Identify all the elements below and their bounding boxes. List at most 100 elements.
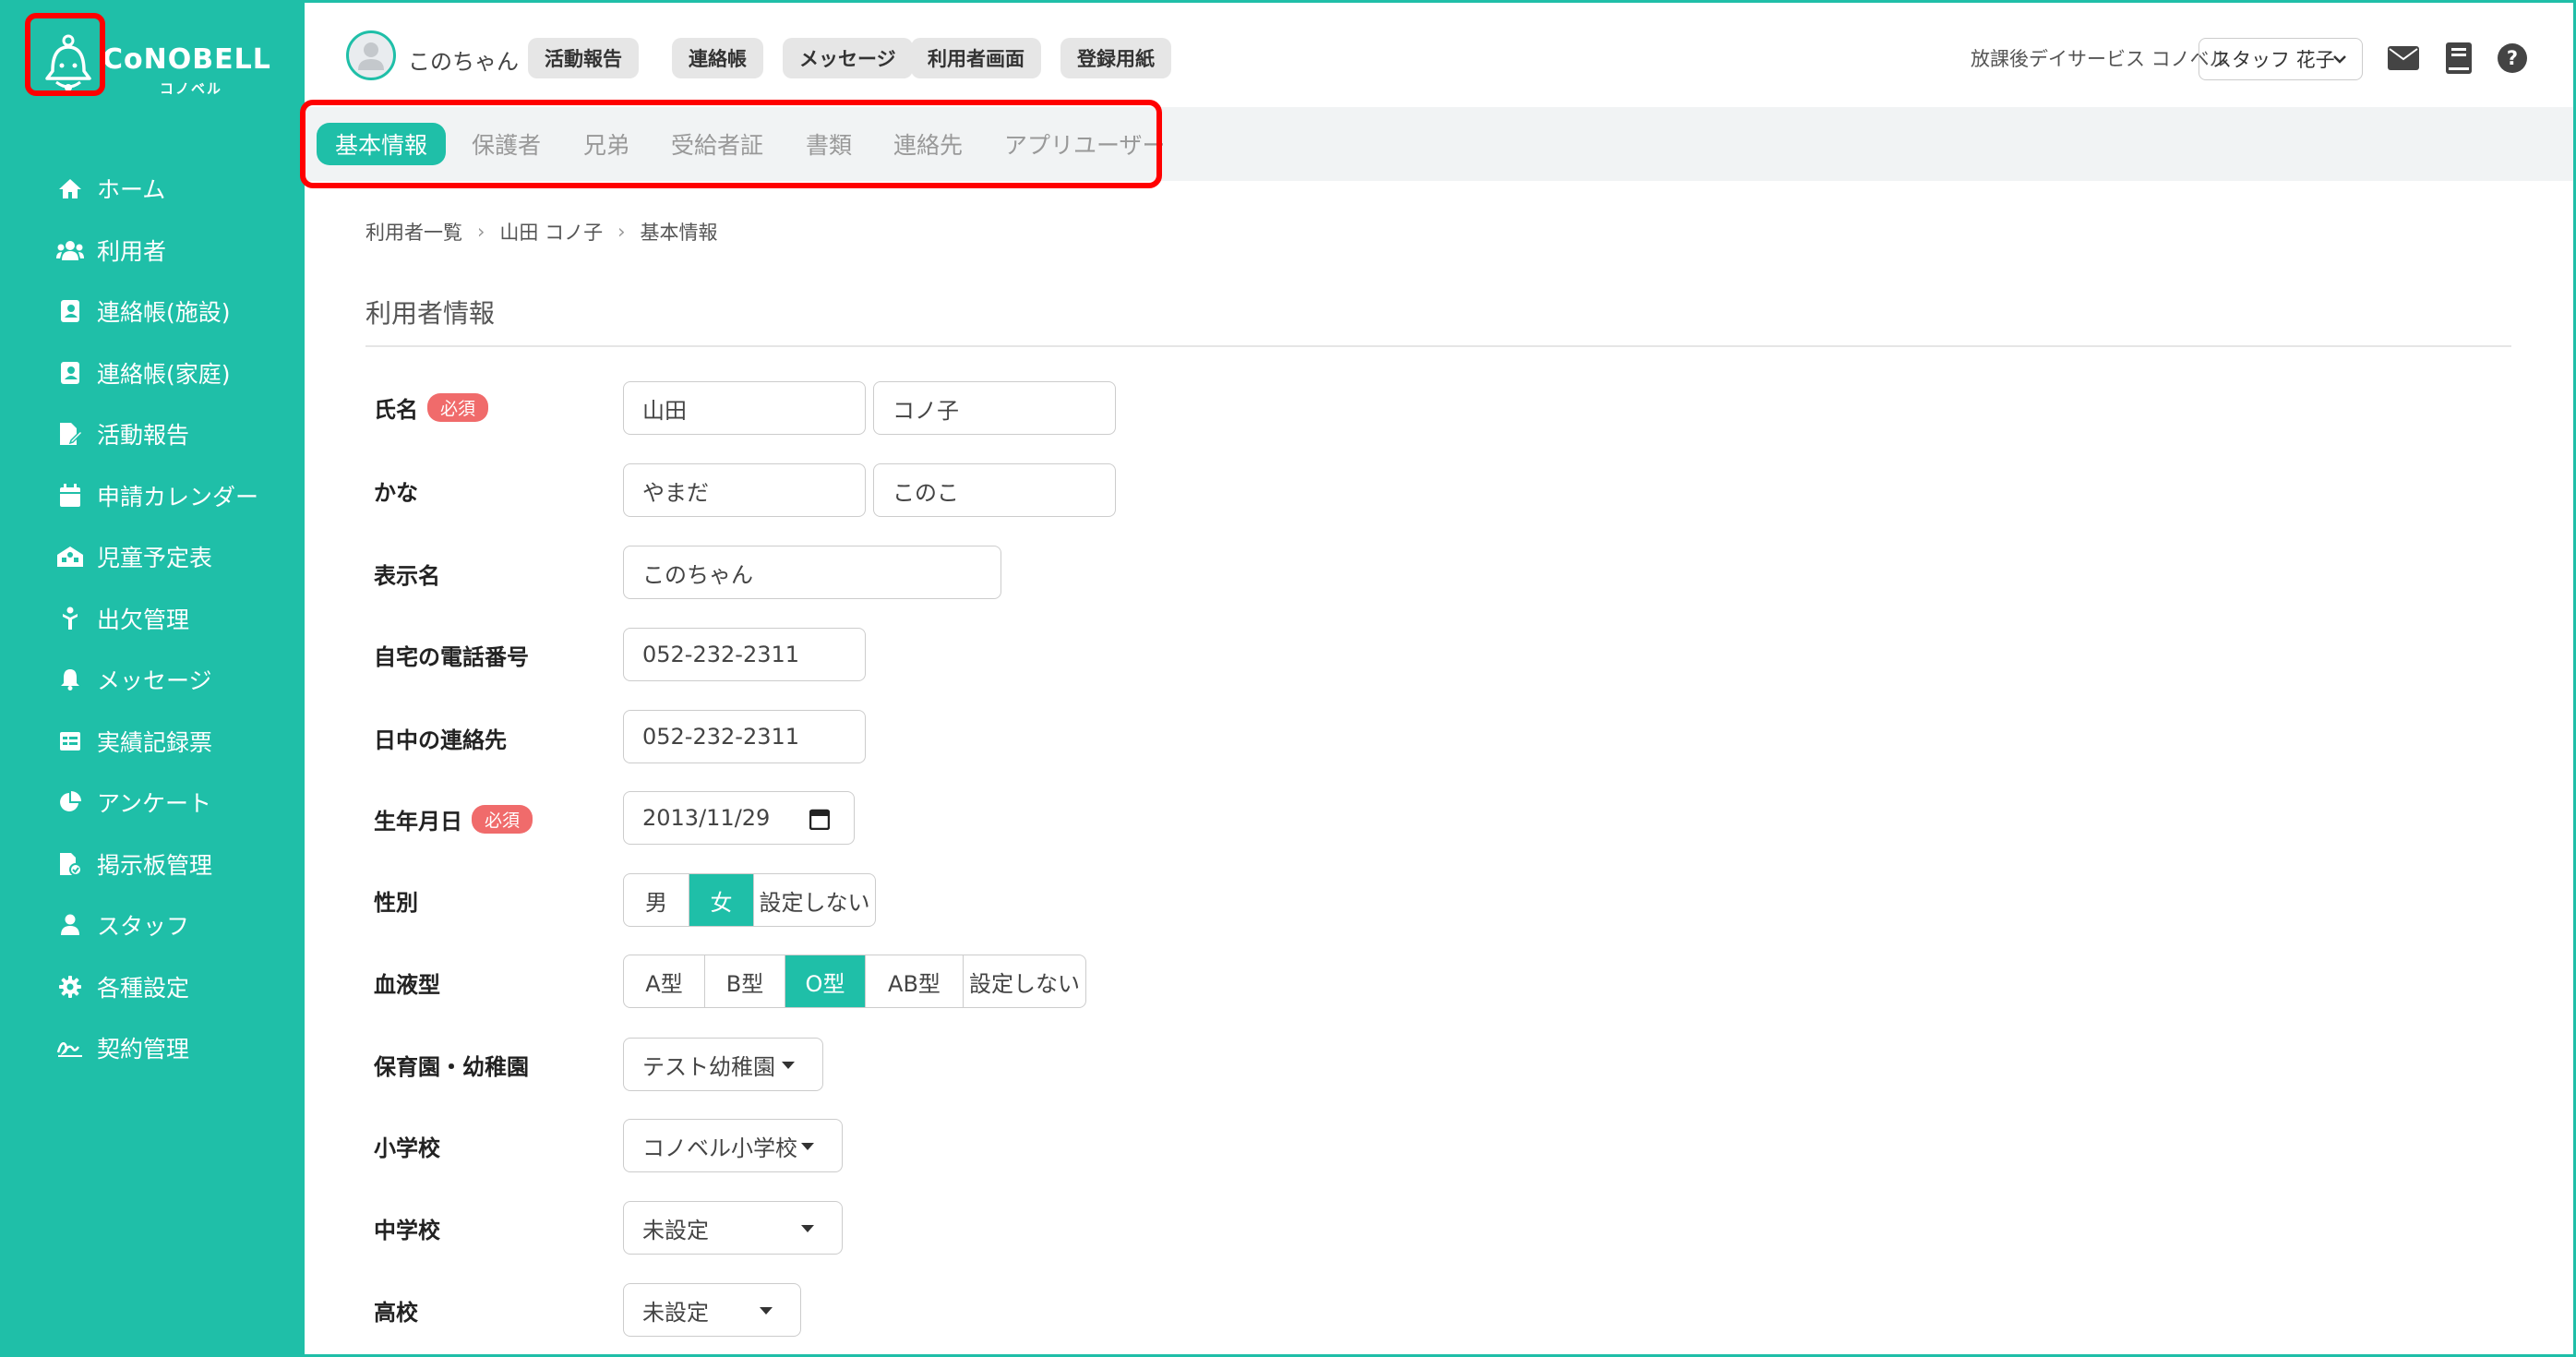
blood-type-selector: A型 B型 O型 AB型 設定しない <box>623 955 1086 1008</box>
sidebar-item-message[interactable]: メッセージ <box>3 649 305 711</box>
gender-label: 性別 <box>374 890 418 916</box>
blood-option-b[interactable]: B型 <box>705 955 785 1007</box>
activity-report-button[interactable]: 活動報告 <box>528 38 639 78</box>
daytime-contact-field[interactable]: 052-232-2311 <box>623 710 866 763</box>
user-screen-button[interactable]: 利用者画面 <box>911 38 1041 78</box>
gender-option-male[interactable]: 男 <box>624 874 689 926</box>
last-name-field[interactable]: 山田 <box>623 381 866 435</box>
sidebar-item-label: メッセージ <box>97 667 212 695</box>
sidebar-item-label: 出欠管理 <box>97 606 190 633</box>
last-kana-field[interactable]: やまだ <box>623 463 866 517</box>
sidebar-item-label: スタッフ <box>97 913 190 941</box>
book-icon[interactable] <box>2442 42 2475 75</box>
sidebar-item-board[interactable]: 掲示板管理 <box>3 834 305 895</box>
required-badge: 必須 <box>427 393 489 422</box>
calendar-icon <box>56 482 84 510</box>
gender-option-unset[interactable]: 設定しない <box>754 874 875 926</box>
birthdate-field[interactable]: 2013/11/29 <box>623 791 855 845</box>
home-icon <box>56 174 84 202</box>
pie-chart-icon <box>56 788 84 816</box>
attendance-icon <box>56 605 84 632</box>
nursery-select-value: テスト幼稚園 <box>642 1053 775 1080</box>
sidebar-item-activity-report[interactable]: 活動報告 <box>3 403 305 465</box>
sidebar-item-schedule[interactable]: 児童予定表 <box>3 526 305 588</box>
kana-label: かな <box>374 480 418 506</box>
sidebar-item-label: アンケート <box>97 790 212 818</box>
name-label: 氏名 必須 <box>374 391 489 424</box>
staff-select[interactable]: スタッフ 花子 <box>2199 38 2363 80</box>
sidebar-item-label: 契約管理 <box>97 1036 190 1063</box>
breadcrumb-current: 基本情報 <box>640 222 718 244</box>
sidebar-item-label: 活動報告 <box>97 422 190 450</box>
label-text: 氏名 <box>374 397 418 423</box>
junior-high-select[interactable]: 未設定 <box>623 1201 843 1255</box>
blood-option-unset[interactable]: 設定しない <box>964 955 1085 1007</box>
highlight-box-avatar <box>25 13 105 96</box>
gender-option-female[interactable]: 女 <box>689 874 754 926</box>
sidebar-item-survey[interactable]: アンケート <box>3 772 305 834</box>
elementary-select[interactable]: コノベル小学校 <box>623 1119 843 1172</box>
user-avatar[interactable] <box>346 30 396 80</box>
display-name-label: 表示名 <box>374 563 440 589</box>
sidebar-item-label: 各種設定 <box>97 974 190 1002</box>
sidebar-item-settings[interactable]: 各種設定 <box>3 956 305 1018</box>
help-icon[interactable]: ? <box>2496 42 2529 75</box>
report-icon <box>56 420 84 448</box>
sidebar: CoNOBELL コノベル ホーム 利用者 連絡帳(施設) 連絡帳(家庭) 活動… <box>3 3 305 1354</box>
mail-icon[interactable] <box>2387 42 2420 75</box>
sidebar-item-records[interactable]: 実績記録票 <box>3 711 305 773</box>
home-phone-field[interactable]: 052-232-2311 <box>623 628 866 681</box>
sidebar-item-label: 実績記録票 <box>97 728 213 756</box>
sidebar-item-label: 掲示板管理 <box>97 851 213 879</box>
contact-book-icon <box>56 359 84 387</box>
display-name-field[interactable]: このちゃん <box>623 546 1001 599</box>
sidebar-item-staff[interactable]: スタッフ <box>3 895 305 956</box>
sidebar-item-contact-home[interactable]: 連絡帳(家庭) <box>3 342 305 404</box>
sidebar-nav: ホーム 利用者 連絡帳(施設) 連絡帳(家庭) 活動報告 申請カレンダー 児童予… <box>3 158 305 1079</box>
sidebar-item-contracts[interactable]: 契約管理 <box>3 1017 305 1079</box>
breadcrumb-user[interactable]: 山田 コノ子 <box>499 218 603 246</box>
user-display-name: このちゃん <box>408 49 519 75</box>
logo-subtext: コノベル <box>160 80 223 97</box>
high-school-select[interactable]: 未設定 <box>623 1283 801 1337</box>
divider <box>365 345 2511 347</box>
person-icon <box>358 42 384 70</box>
first-name-field[interactable]: コノ子 <box>873 381 1116 435</box>
caret-down-icon <box>801 1143 814 1150</box>
staff-icon <box>56 911 84 939</box>
blood-option-ab[interactable]: AB型 <box>866 955 964 1007</box>
registration-form-button[interactable]: 登録用紙 <box>1060 38 1171 78</box>
high-school-select-value: 未設定 <box>642 1299 709 1326</box>
nursery-select[interactable]: テスト幼稚園 <box>623 1038 823 1091</box>
blood-option-o[interactable]: O型 <box>785 955 866 1007</box>
sidebar-item-calendar[interactable]: 申請カレンダー <box>3 465 305 527</box>
elementary-select-value: コノベル小学校 <box>642 1135 797 1161</box>
contact-book-button[interactable]: 連絡帳 <box>672 38 763 78</box>
logo-text: CoNOBELL <box>102 43 271 76</box>
high-school-label: 高校 <box>374 1300 418 1326</box>
daytime-contact-label: 日中の連絡先 <box>374 727 507 753</box>
first-kana-field[interactable]: このこ <box>873 463 1116 517</box>
sidebar-item-home[interactable]: ホーム <box>3 158 305 220</box>
breadcrumb: 利用者一覧 › 山田 コノ子 › 基本情報 <box>365 218 718 246</box>
chevron-right-icon: › <box>617 221 626 243</box>
sidebar-item-label: 連絡帳(施設) <box>97 299 231 327</box>
blood-type-label: 血液型 <box>374 972 440 998</box>
sidebar-item-attendance[interactable]: 出欠管理 <box>3 588 305 650</box>
caret-down-icon <box>801 1225 814 1232</box>
sidebar-item-label: 児童予定表 <box>97 545 213 572</box>
sidebar-item-label: 申請カレンダー <box>97 483 259 510</box>
sidebar-item-users[interactable]: 利用者 <box>3 220 305 282</box>
calendar-icon <box>809 809 830 830</box>
message-button[interactable]: メッセージ <box>783 38 913 78</box>
chevron-down-icon <box>2333 55 2346 64</box>
birthdate-value: 2013/11/29 <box>642 805 771 831</box>
blood-option-a[interactable]: A型 <box>624 955 705 1007</box>
caret-down-icon <box>782 1062 795 1069</box>
section-title: 利用者情報 <box>365 298 496 329</box>
facility-name: 放課後デイサービス コノベル <box>1971 48 2229 70</box>
board-icon <box>56 850 84 878</box>
sidebar-item-contact-facility[interactable]: 連絡帳(施設) <box>3 281 305 342</box>
junior-high-select-value: 未設定 <box>642 1217 709 1243</box>
breadcrumb-users-list[interactable]: 利用者一覧 <box>365 218 462 246</box>
